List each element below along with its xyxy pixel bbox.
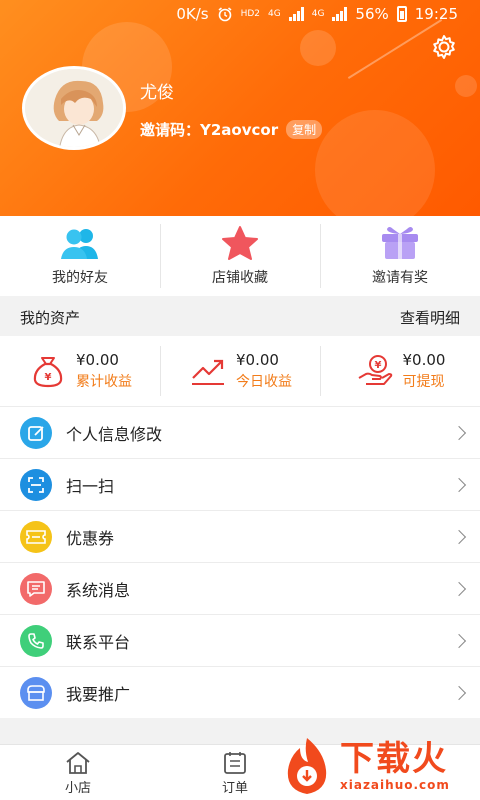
decor-bubble xyxy=(315,110,435,216)
nav-tab-label: 订单 xyxy=(222,781,249,796)
watermark-brand: 下载火 xyxy=(340,739,448,779)
nav-tab-label: 小店 xyxy=(64,781,91,796)
menu-item-label: 个人信息修改 xyxy=(66,424,163,444)
invite-code: 邀请码：Y2aovcor 复制 xyxy=(140,119,323,140)
asset-label: 今日收益 xyxy=(236,374,292,390)
watermark-logo: 下载火 xiazaihuo.com xyxy=(278,733,474,799)
menu-item-scan[interactable]: 扫一扫 xyxy=(0,458,480,510)
menu-item-system-messages[interactable]: 系统消息 xyxy=(0,562,480,614)
quick-actions: 我的好友 店铺收藏 邀请有奖 xyxy=(0,216,480,296)
quick-action-label: 邀请有奖 xyxy=(372,270,428,286)
profile-header: 0K/s HD2 4G 4G 56% 19:25 尤俊 邀请码：Y2aovcor… xyxy=(0,0,480,216)
chevron-right-icon xyxy=(451,685,467,700)
network-4g-label-2: 4G xyxy=(311,8,325,19)
quick-action-label: 店铺收藏 xyxy=(212,270,268,286)
cash-hand-icon: ¥ xyxy=(355,353,395,389)
asset-total-earnings[interactable]: ¥ ¥0.00 累计收益 xyxy=(0,336,160,406)
svg-text:¥: ¥ xyxy=(45,372,52,383)
battery-icon xyxy=(396,6,407,22)
status-bar: 0K/s HD2 4G 4G 56% 19:25 xyxy=(0,0,480,28)
coupon-icon xyxy=(20,520,52,553)
gift-icon xyxy=(378,225,422,261)
network-hd-label: HD2 xyxy=(240,8,261,19)
settings-menu: 个人信息修改 扫一扫 优惠券 系统消息 联系平台 我要推广 xyxy=(0,406,480,718)
view-details-link[interactable]: 查看明细 xyxy=(400,307,460,328)
money-bag-icon: ¥ xyxy=(28,353,68,389)
asset-withdrawable[interactable]: ¥ ¥0.00 可提现 xyxy=(320,336,480,406)
quick-action-invite[interactable]: 邀请有奖 xyxy=(320,216,480,296)
copy-button[interactable]: 复制 xyxy=(286,120,323,139)
menu-item-label: 系统消息 xyxy=(66,580,131,600)
quick-action-favorites[interactable]: 店铺收藏 xyxy=(160,216,320,296)
assets-header: 我的资产 查看明细 xyxy=(0,298,480,336)
quick-action-label: 我的好友 xyxy=(52,270,108,286)
menu-item-label: 扫一扫 xyxy=(66,476,115,496)
alarm-icon xyxy=(218,7,232,22)
chevron-right-icon xyxy=(451,633,467,648)
menu-item-contact-platform[interactable]: 联系平台 xyxy=(0,614,480,666)
network-4g-label: 4G xyxy=(268,8,281,19)
trend-up-icon xyxy=(188,353,228,389)
chevron-right-icon xyxy=(451,477,467,492)
asset-label: 累计收益 xyxy=(76,374,132,390)
phone-icon xyxy=(20,624,52,657)
svg-text:¥: ¥ xyxy=(374,360,381,371)
asset-label: 可提现 xyxy=(402,374,445,390)
nav-tab-orders[interactable]: 订单 xyxy=(222,751,248,796)
battery-percent: 56% xyxy=(355,5,389,23)
asset-amount: ¥0.00 xyxy=(76,351,119,369)
asset-amount: ¥0.00 xyxy=(236,351,279,369)
decor-line xyxy=(347,19,443,79)
username: 尤俊 xyxy=(140,83,174,103)
flame-logo-icon xyxy=(287,738,327,794)
message-icon xyxy=(20,572,52,605)
chevron-right-icon xyxy=(451,425,467,440)
decor-bubble xyxy=(455,75,477,97)
invite-code-text: 邀请码：Y2aovcor xyxy=(140,121,279,139)
home-icon xyxy=(66,752,90,774)
menu-item-promote[interactable]: 我要推广 xyxy=(0,666,480,718)
signal-icon xyxy=(288,7,304,21)
clock: 19:25 xyxy=(414,5,458,23)
menu-item-edit-profile[interactable]: 个人信息修改 xyxy=(0,406,480,458)
menu-item-label: 联系平台 xyxy=(66,632,131,652)
menu-item-coupons[interactable]: 优惠券 xyxy=(0,510,480,562)
order-icon xyxy=(224,752,246,774)
asset-amount: ¥0.00 xyxy=(402,351,446,369)
menu-item-label: 优惠券 xyxy=(66,528,115,548)
star-icon xyxy=(218,225,262,261)
assets-summary: ¥ ¥0.00 累计收益 ¥0.00 今日收益 ¥ ¥0.00 可提现 xyxy=(0,336,480,406)
avatar[interactable] xyxy=(22,66,126,150)
chevron-right-icon xyxy=(451,581,467,596)
edit-icon xyxy=(20,416,52,449)
nav-tab-shop[interactable]: 小店 xyxy=(64,751,92,796)
chevron-right-icon xyxy=(451,529,467,544)
network-speed: 0K/s xyxy=(176,5,209,23)
avatar-illustration xyxy=(25,69,123,147)
watermark-url: xiazaihuo.com xyxy=(340,778,450,792)
settings-gear-icon[interactable] xyxy=(430,33,458,61)
quick-action-friends[interactable]: 我的好友 xyxy=(0,216,160,296)
friends-icon xyxy=(58,225,102,261)
assets-title: 我的资产 xyxy=(20,308,81,327)
decor-bubble xyxy=(300,30,336,66)
menu-item-label: 我要推广 xyxy=(66,684,131,704)
promote-icon xyxy=(20,676,52,709)
signal-icon-2 xyxy=(332,7,348,21)
asset-today-earnings[interactable]: ¥0.00 今日收益 xyxy=(160,336,320,406)
scan-icon xyxy=(20,468,52,501)
